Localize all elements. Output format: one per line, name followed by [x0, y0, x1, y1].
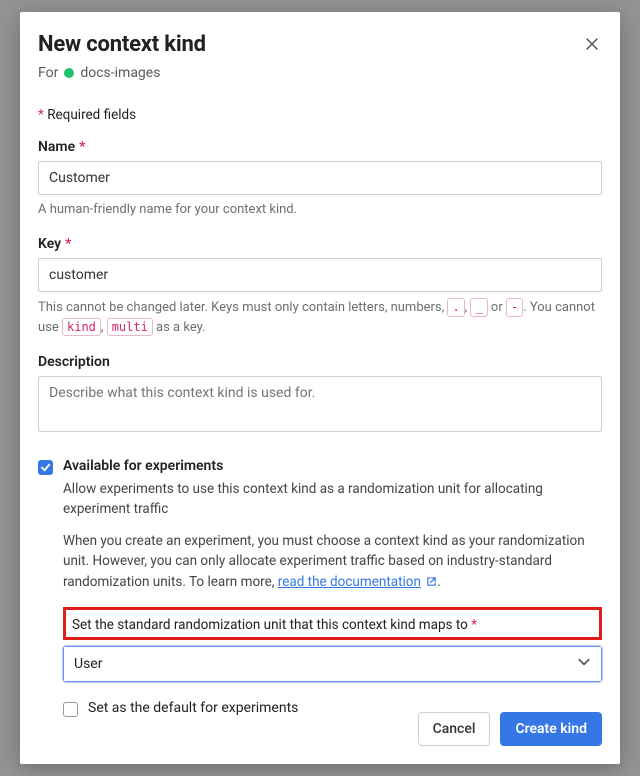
randomization-unit-value: User — [74, 656, 102, 672]
required-fields-text: Required fields — [47, 107, 136, 123]
modal-title: New context kind — [38, 32, 602, 57]
asterisk-icon: * — [38, 107, 44, 123]
code-token-kind: kind — [62, 318, 101, 337]
default-for-experiments-checkbox[interactable] — [63, 702, 78, 717]
documentation-link[interactable]: read the documentation — [278, 574, 421, 590]
highlight-annotation: Set the standard randomization unit that… — [63, 607, 602, 640]
description-label-text: Description — [38, 354, 110, 370]
project-name: docs-images — [80, 65, 160, 81]
default-for-experiments-label: Set as the default for experiments — [88, 700, 298, 716]
close-button[interactable] — [582, 34, 602, 54]
description-field-group: Description — [38, 354, 602, 436]
experiments-sub2: When you create an experiment, you must … — [63, 531, 602, 593]
modal-header: New context kind For docs-images — [38, 32, 602, 81]
available-for-experiments-label: Available for experiments — [63, 458, 223, 474]
key-help-post: as a key. — [153, 320, 206, 335]
experiments-sub2-post: . — [437, 574, 441, 590]
key-field-group: Key * This cannot be changed later. Keys… — [38, 236, 602, 338]
randomization-unit-label: Set the standard randomization unit that… — [72, 617, 477, 633]
description-input[interactable] — [38, 376, 602, 432]
code-token-multi: multi — [107, 318, 153, 337]
code-token-underscore: _ — [470, 298, 487, 317]
name-field-group: Name * A human-friendly name for your co… — [38, 139, 602, 220]
key-help: This cannot be changed later. Keys must … — [38, 298, 602, 338]
key-help-pre: This cannot be changed later. Keys must … — [38, 300, 447, 315]
key-label-text: Key — [38, 236, 61, 252]
create-kind-button[interactable]: Create kind — [500, 712, 602, 746]
project-row: For docs-images — [38, 65, 602, 81]
description-label: Description — [38, 354, 602, 370]
experiments-sub-block: Allow experiments to use this context ki… — [63, 479, 602, 593]
name-help: A human-friendly name for your context k… — [38, 201, 602, 220]
name-label-text: Name — [38, 139, 75, 155]
asterisk-icon: * — [471, 617, 477, 633]
documentation-link-text: read the documentation — [278, 574, 421, 590]
experiments-sub1: Allow experiments to use this context ki… — [63, 479, 602, 520]
for-label: For — [38, 65, 58, 81]
project-status-dot — [64, 68, 74, 78]
name-label: Name * — [38, 139, 602, 155]
sep: , — [101, 320, 107, 335]
sep: or — [488, 300, 506, 315]
new-context-kind-modal: New context kind For docs-images * Requi… — [20, 12, 620, 764]
cancel-button[interactable]: Cancel — [418, 712, 491, 746]
external-link-icon — [426, 573, 437, 593]
randomization-unit-label-text: Set the standard randomization unit that… — [72, 617, 468, 633]
key-input[interactable] — [38, 258, 602, 292]
key-label: Key * — [38, 236, 602, 252]
code-token-dash: - — [506, 298, 523, 317]
modal-footer: Cancel Create kind — [418, 712, 602, 746]
available-for-experiments-row: Available for experiments — [38, 458, 602, 475]
code-token-dot: . — [447, 298, 464, 317]
asterisk-icon: * — [79, 139, 85, 155]
chevron-down-icon — [577, 655, 591, 673]
required-fields-note: * Required fields — [38, 107, 602, 123]
name-input[interactable] — [38, 161, 602, 195]
available-for-experiments-checkbox[interactable] — [38, 460, 53, 475]
randomization-unit-select[interactable]: User — [64, 647, 601, 681]
close-icon — [586, 38, 598, 50]
check-icon — [40, 462, 51, 473]
randomization-unit-select-wrap: User — [63, 646, 602, 682]
asterisk-icon: * — [65, 236, 71, 252]
